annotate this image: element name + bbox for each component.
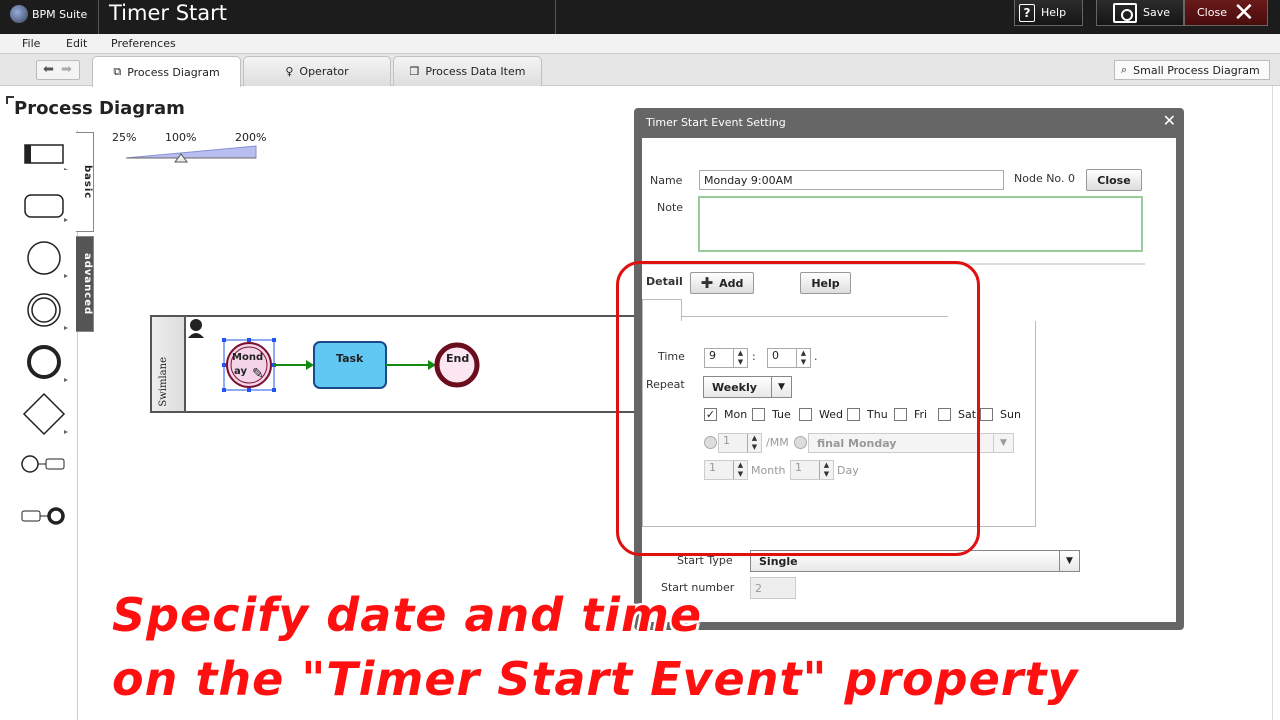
caption-line-2: on the "Timer Start Event" property — [112, 652, 1079, 706]
tab-bar: ⬅ ➡ ⧉ Process Diagram ♀ Operator ❐ Proce… — [0, 54, 1280, 87]
dialog-title: Timer Start Event Setting — [646, 116, 786, 129]
message-start-shape-icon[interactable] — [20, 450, 70, 480]
zoom-label-25: 25% — [112, 131, 137, 144]
chevron-down-icon: ▼ — [1059, 551, 1079, 571]
menu-preferences[interactable]: Preferences — [111, 37, 176, 50]
data-item-icon: ❐ — [409, 65, 420, 78]
menu-bar: File Edit Preferences — [0, 34, 1280, 54]
day-label-sun: Sun — [1000, 408, 1021, 421]
diagram-icon: ⧉ — [113, 65, 122, 78]
save-button[interactable]: Save — [1096, 0, 1184, 26]
question-icon: ? — [1019, 3, 1035, 22]
chevron-down-icon: ▼ — [993, 434, 1013, 452]
zoom-label-200: 200% — [235, 131, 267, 144]
caption-line-1: Specify date and time — [112, 588, 703, 642]
tab-operator-label: Operator — [299, 65, 349, 78]
pool-shape-icon[interactable] — [20, 140, 70, 170]
palette-tab-basic[interactable]: basic — [76, 132, 94, 232]
message-end-shape-icon[interactable] — [20, 502, 70, 532]
start-event-label-1: Mond — [232, 352, 264, 363]
highlight-frame — [616, 261, 980, 556]
dialog-close-button[interactable]: Close — [1086, 169, 1142, 191]
swimlane-header[interactable]: Swimlane — [152, 317, 186, 411]
app-logo: BPM Suite — [10, 3, 96, 25]
end-event-shape-icon[interactable] — [20, 342, 70, 382]
menu-file[interactable]: File — [22, 37, 40, 50]
node-number: Node No. 0 — [1014, 172, 1075, 185]
operator-icon — [190, 319, 202, 331]
shape-palette: basic advanced — [12, 130, 94, 720]
start-type-value: Single — [759, 554, 798, 568]
close-icon: ✕ — [1232, 0, 1255, 28]
timer-start-event — [226, 342, 272, 388]
globe-icon — [10, 5, 28, 23]
undo-icon[interactable]: ⬅ — [43, 62, 54, 77]
zoom-label-100: 100% — [165, 131, 197, 144]
note-icon: ✎ — [252, 366, 264, 382]
name-label: Name — [650, 174, 683, 187]
note-label: Note — [657, 201, 684, 214]
dialog-close-icon[interactable]: ✕ — [1163, 111, 1176, 130]
note-textarea[interactable] — [698, 196, 1143, 252]
close-button-label: Close — [1197, 6, 1227, 19]
name-input[interactable]: Monday 9:00AM — [699, 170, 1004, 190]
person-icon: ♀ — [285, 65, 294, 78]
task-shape-icon[interactable] — [20, 190, 70, 224]
task-label: Task — [336, 352, 364, 365]
palette-tab-advanced[interactable]: advanced — [76, 236, 94, 332]
swimlane-label: Swimlane — [158, 357, 169, 407]
close-button[interactable]: Close ✕ — [1184, 0, 1268, 26]
magnifier-icon: ⌕ — [1121, 63, 1128, 76]
small-process-diagram-label: Small Process Diagram — [1133, 63, 1260, 77]
menu-edit[interactable]: Edit — [66, 37, 87, 50]
corner-marker — [6, 96, 14, 104]
tab-process-data-item-label: Process Data Item — [425, 65, 526, 78]
logo-text: BPM Suite — [32, 7, 88, 21]
checkbox-sun[interactable] — [980, 408, 993, 421]
help-button-label: Help — [1041, 6, 1067, 19]
tab-process-diagram-label: Process Diagram — [127, 65, 220, 79]
redo-icon[interactable]: ➡ — [61, 62, 72, 77]
app-title: Timer Start — [98, 0, 556, 34]
zoom-slider[interactable] — [120, 144, 260, 166]
start-event-label-2: ay — [234, 366, 247, 377]
help-button[interactable]: ? Help — [1014, 0, 1083, 26]
save-icon — [1113, 2, 1137, 23]
save-button-label: Save — [1143, 6, 1171, 19]
task-node — [313, 341, 387, 389]
top-bar: BPM Suite Timer Start ? Help Save Close … — [0, 0, 1280, 34]
small-process-diagram-button[interactable]: ⌕ Small Process Diagram — [1114, 60, 1270, 80]
tab-process-diagram[interactable]: ⧉ Process Diagram — [92, 56, 241, 87]
page-title: Process Diagram — [14, 98, 185, 119]
gateway-shape-icon[interactable] — [20, 392, 70, 438]
start-event-shape-icon[interactable] — [20, 238, 70, 278]
tab-operator[interactable]: ♀ Operator — [243, 56, 391, 86]
intermediate-event-shape-icon[interactable] — [20, 290, 70, 330]
scrollbar[interactable] — [1272, 86, 1280, 720]
end-event — [434, 342, 480, 388]
end-event-label: End — [446, 352, 470, 365]
start-number-input[interactable]: 2 — [750, 577, 796, 599]
tab-process-data-item[interactable]: ❐ Process Data Item — [393, 56, 542, 86]
undo-redo-buttons[interactable]: ⬅ ➡ — [36, 60, 80, 80]
